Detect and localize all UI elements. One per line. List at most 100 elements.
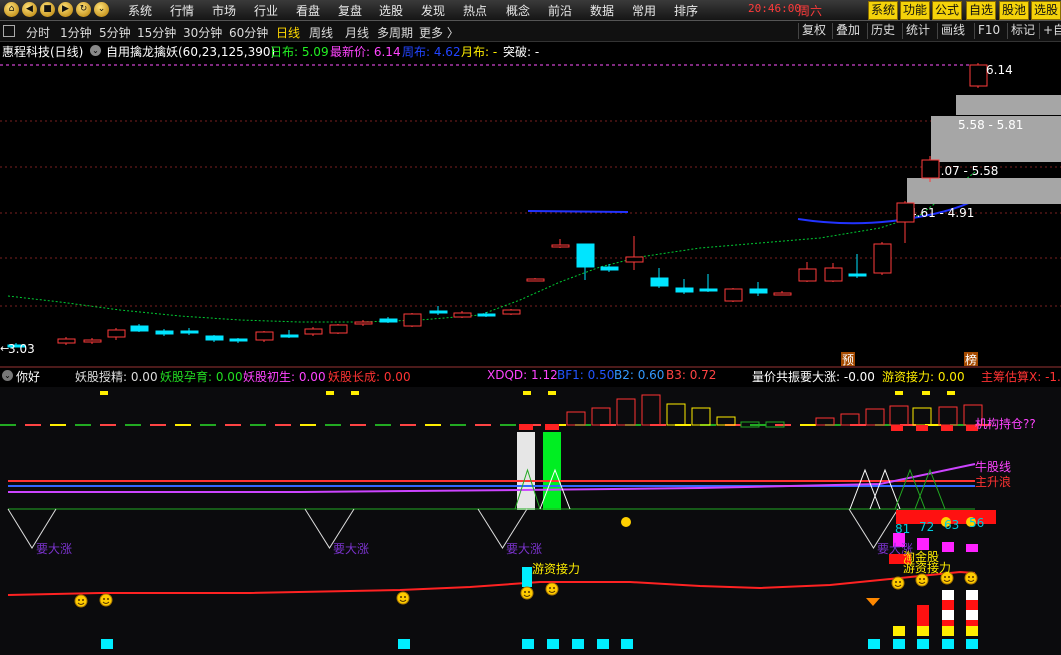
yu-marker: 预 — [842, 353, 854, 367]
menu-item[interactable]: 前沿 — [548, 2, 572, 19]
candle-body — [255, 331, 274, 341]
menu-item[interactable]: 市场 — [212, 2, 236, 19]
candle-body — [625, 256, 644, 263]
indicator-value: 主筹估算X: -1.4 — [981, 370, 1061, 384]
menu-button-0[interactable]: 系统 — [868, 1, 899, 20]
candle-body — [453, 312, 472, 318]
candle-body — [773, 292, 792, 296]
back-arrow-icon[interactable]: ◀ — [22, 2, 37, 17]
tool-button[interactable]: 复权 — [802, 22, 826, 39]
stop-icon[interactable]: ■ — [40, 2, 55, 17]
period-tab[interactable]: 30分钟 — [183, 24, 222, 41]
candle-body — [57, 338, 76, 344]
menu-item[interactable]: 系统 — [128, 2, 152, 19]
chart-info-bar: 惠程科技(日线) ⌄ 自用擒龙擒妖(60,23,125,390) 日布: 5.0… — [0, 42, 1061, 60]
zhou-bu-value: 周布: 4.62 — [402, 45, 461, 59]
menu-item[interactable]: 选股 — [379, 2, 403, 19]
tool-button[interactable]: 叠加 — [836, 22, 860, 39]
tool-button[interactable]: 统计 — [906, 22, 930, 39]
signal-bar — [351, 391, 359, 395]
red-block — [916, 425, 928, 431]
indicator-value: 妖股授精: 0.00 — [75, 370, 158, 384]
separator — [832, 23, 833, 39]
menu-item[interactable]: 热点 — [463, 2, 487, 19]
panel-toggle-icon[interactable] — [3, 25, 15, 37]
weekday: 周六 — [798, 4, 823, 18]
candle-body — [502, 309, 521, 315]
period-tab[interactable]: 更多 〉 — [419, 24, 459, 41]
ri-bu-value: 日布: 5.09 — [270, 45, 329, 59]
collapse-icon[interactable]: ⌄ — [94, 2, 109, 17]
indicator-value: 妖股长成: 0.00 — [328, 370, 411, 384]
candle-body — [921, 159, 940, 179]
menu-item[interactable]: 常用 — [632, 2, 656, 19]
signal-bar — [548, 391, 556, 395]
menu-item[interactable]: 发现 — [421, 2, 445, 19]
indicator-value: 妖股孕育: 0.00 — [160, 370, 243, 384]
low-arrow-icon: ← — [0, 342, 9, 355]
low-price-label: 3.03 — [8, 342, 35, 356]
yaodazhang-label: 要大涨 — [333, 542, 370, 556]
candle-body — [526, 278, 545, 282]
home-icon[interactable]: ⌂ — [4, 2, 19, 17]
period-tab[interactable]: 5分钟 — [99, 24, 131, 41]
refresh-icon[interactable]: ↻ — [76, 2, 91, 17]
candle-body — [429, 310, 448, 314]
period-tab[interactable]: 1分钟 — [60, 24, 92, 41]
panel-circle-icon[interactable]: ⌄ — [2, 370, 13, 381]
signal-bar — [895, 391, 903, 395]
menu-item[interactable]: 行情 — [170, 2, 194, 19]
menu-button-1[interactable]: 功能 — [900, 1, 931, 20]
candle-body — [969, 64, 988, 87]
menu-item[interactable]: 数据 — [590, 2, 614, 19]
separator — [798, 23, 799, 39]
smiley-icon — [520, 586, 534, 600]
yellow-block — [966, 626, 978, 636]
candles — [7, 63, 988, 348]
tool-button[interactable]: F10 — [978, 22, 1000, 39]
menu-button-5[interactable]: 选股 — [1031, 1, 1061, 20]
stack-block — [942, 610, 954, 620]
menu-button-4[interactable]: 股池 — [999, 1, 1030, 20]
menu-item[interactable]: 看盘 — [296, 2, 320, 19]
separator — [902, 23, 903, 39]
indicator-value: 游资接力: 0.00 — [882, 370, 965, 384]
tool-button[interactable]: 画线 — [941, 22, 965, 39]
stack-block — [942, 600, 954, 610]
indicator-value: B2: 0.60 — [614, 368, 665, 382]
separator — [974, 23, 975, 39]
separator — [867, 23, 868, 39]
menu-item[interactable]: 行业 — [254, 2, 278, 19]
smiley-icon — [545, 582, 559, 596]
indicator-header: ⌄ 你好 妖股授精: 0.00 妖股孕育: 0.00 妖股初生: 0.00 妖股长成:… — [0, 367, 1061, 385]
forward-arrow-icon[interactable]: ▶ — [58, 2, 73, 17]
main-menu-bar: ⌂ ◀ ■ ▶ ↻ ⌄ 系统 行情 市场 行业 看盘 复盘 选股 发现 热点 概念 前沿 数据 常用 排序… — [0, 0, 1061, 21]
zone-label: 4.61 - 4.91 — [909, 206, 974, 220]
signal-bar — [100, 391, 108, 395]
candle-body — [699, 288, 718, 292]
menu-item[interactable]: 复盘 — [338, 2, 362, 19]
candle-body — [896, 202, 915, 223]
tool-button[interactable]: +自 — [1043, 22, 1061, 39]
period-tab[interactable]: 月线 — [345, 24, 369, 41]
menu-item[interactable]: 排序 — [674, 2, 698, 19]
magenta-bar — [942, 542, 954, 552]
indicator-value: 妖股初生: 0.00 — [243, 370, 326, 384]
period-tab[interactable]: 15分钟 — [137, 24, 176, 41]
dropdown-circle-icon[interactable]: ⌄ — [90, 45, 101, 56]
menu-item[interactable]: 概念 — [506, 2, 530, 19]
period-tab[interactable]: 60分钟 — [229, 24, 268, 41]
tool-button[interactable]: 历史 — [871, 22, 895, 39]
period-tab[interactable]: 多周期 — [377, 24, 413, 41]
cyan-block — [893, 639, 905, 649]
candle-body — [229, 338, 248, 342]
menu-button-3[interactable]: 自选 — [966, 1, 997, 20]
tool-button[interactable]: 标记 — [1011, 22, 1035, 39]
red-block — [545, 424, 559, 430]
menu-button-2[interactable]: 公式 — [932, 1, 963, 20]
period-tab[interactable]: 周线 — [309, 24, 333, 41]
period-tab[interactable]: 日线 — [276, 24, 300, 41]
period-tab[interactable]: 分时 — [26, 24, 50, 41]
indicator-name[interactable]: 自用擒龙擒妖(60,23,125,390) — [106, 43, 275, 60]
kline-chart[interactable]: 5.58 - 5.81 5.07 - 5.58 4.61 - 4.91 6.14 3… — [0, 60, 1061, 655]
